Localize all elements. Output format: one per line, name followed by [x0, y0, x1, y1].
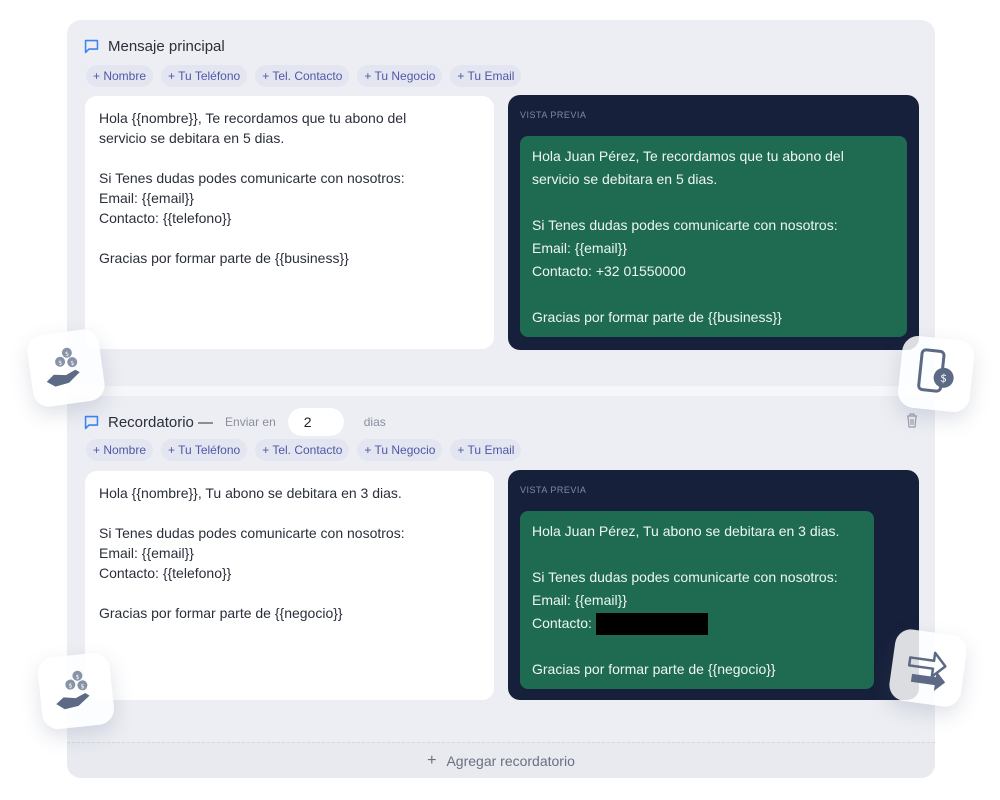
svg-text:$: $: [68, 682, 73, 689]
preview-line: Email: {{email}}: [532, 240, 627, 256]
preview-line: servicio se debitara en 5 dias.: [532, 171, 718, 187]
preview-bubble: Hola Juan Pérez, Tu abono se debitara en…: [520, 511, 874, 689]
preview-label: VISTA PREVIA: [520, 485, 587, 495]
chip-tel-contacto[interactable]: + Tel. Contacto: [255, 65, 350, 87]
days-unit: dias: [363, 415, 386, 429]
svg-text:$: $: [939, 371, 947, 385]
chat-bubble-icon: [84, 415, 99, 429]
chip-tu-telefono[interactable]: + Tu Teléfono: [161, 65, 248, 87]
chip-tu-email[interactable]: + Tu Email: [450, 439, 522, 461]
preview-line: Contacto:: [532, 615, 592, 631]
reminder-editor[interactable]: Hola {{nombre}}, Tu abono se debitara en…: [85, 471, 494, 700]
preview-line: Hola Juan Pérez, Tu abono se debitara en…: [532, 523, 840, 539]
svg-text:$: $: [80, 683, 85, 690]
preview-bubble: Hola Juan Pérez, Te recordamos que tu ab…: [520, 136, 907, 337]
redacted-phone: [595, 613, 708, 636]
main-message-section: Mensaje principal + Nombre + Tu Teléfono…: [67, 20, 935, 386]
messages-panel: Mensaje principal + Nombre + Tu Teléfono…: [67, 20, 935, 778]
chip-tel-contacto[interactable]: + Tel. Contacto: [255, 439, 350, 461]
chat-bubble-icon: [84, 39, 99, 54]
preview-line: Gracias por formar parte de {{business}}: [532, 309, 782, 325]
preview-line: Si Tenes dudas podes comunicarte con nos…: [532, 569, 838, 585]
preview-line: Gracias por formar parte de {{negocio}}: [532, 661, 776, 678]
chip-tu-email[interactable]: + Tu Email: [450, 65, 522, 87]
chip-nombre[interactable]: + Nombre: [86, 439, 154, 461]
days-input[interactable]: [287, 408, 344, 436]
svg-text:$: $: [75, 674, 80, 681]
chip-tu-negocio[interactable]: + Tu Negocio: [357, 65, 443, 87]
main-message-variable-chips: + Nombre + Tu Teléfono + Tel. Contacto +…: [86, 65, 522, 87]
add-reminder-button[interactable]: + Agregar recordatorio: [67, 742, 935, 778]
arrows-right-icon: [887, 627, 969, 709]
main-message-title: Mensaje principal: [108, 38, 225, 55]
reminder-header: Recordatorio — Enviar en dias: [83, 408, 386, 436]
add-reminder-label: Agregar recordatorio: [446, 752, 575, 769]
money-hand-icon: $ $ $: [36, 651, 116, 731]
reminder-section: Recordatorio — Enviar en dias + Nombre +…: [67, 396, 935, 738]
main-message-preview: VISTA PREVIA Hola Juan Pérez, Te recorda…: [508, 95, 919, 350]
phone-dollar-icon: $: [896, 334, 976, 414]
reminder-title: Recordatorio —: [108, 413, 214, 431]
money-hand-icon: $ $ $: [25, 327, 107, 409]
section-divider: [67, 386, 935, 396]
reminder-variable-chips: + Nombre + Tu Teléfono + Tel. Contacto +…: [86, 439, 522, 461]
reminder-preview: VISTA PREVIA Hola Juan Pérez, Tu abono s…: [508, 470, 919, 700]
chip-tu-negocio[interactable]: + Tu Negocio: [357, 439, 443, 461]
send-in-label: Enviar en: [225, 415, 276, 429]
plus-icon: +: [427, 751, 437, 769]
main-message-editor[interactable]: Hola {{nombre}}, Te recordamos que tu ab…: [85, 96, 494, 349]
preview-line: Si Tenes dudas podes comunicarte con nos…: [532, 217, 838, 233]
main-message-header: Mensaje principal: [83, 38, 225, 55]
preview-line: Contacto: +32 01550000: [532, 263, 686, 279]
chip-nombre[interactable]: + Nombre: [86, 65, 154, 87]
preview-line: Hola Juan Pérez, Te recordamos que tu ab…: [532, 148, 844, 164]
preview-line: Email: {{email}}: [532, 592, 627, 608]
trash-icon[interactable]: [905, 412, 919, 428]
preview-label: VISTA PREVIA: [520, 110, 587, 120]
chip-tu-telefono[interactable]: + Tu Teléfono: [161, 439, 248, 461]
